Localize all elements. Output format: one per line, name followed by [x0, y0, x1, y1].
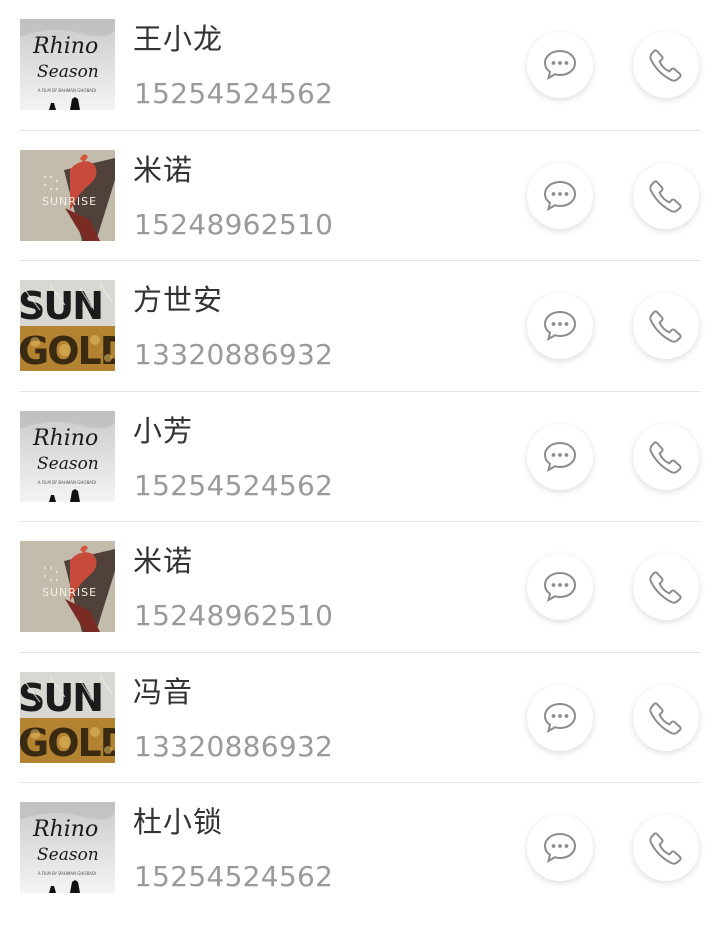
call-button[interactable] [633, 162, 699, 229]
contact-name: 杜小锁 [133, 805, 224, 839]
message-button[interactable] [527, 423, 593, 490]
contact-phone: 15248962510 [134, 599, 334, 632]
contact-row[interactable]: Rhino Season A FILM BY BAHMAN GHOBADI 王小… [20, 0, 700, 131]
poster-caption: A FILM BY BAHMAN GHOBADI [38, 871, 97, 876]
poster-title: Rhino [32, 34, 98, 59]
message-button[interactable] [527, 32, 593, 98]
poster-subtitle: Season [37, 845, 99, 865]
contact-row[interactable]: SUN GOLD 冯音 13320886932 [20, 653, 700, 783]
contact-name: 小芳 [133, 413, 194, 448]
phone-icon [649, 179, 682, 213]
contact-name: 米诺 [133, 152, 194, 187]
chat-bubble-icon [543, 180, 577, 211]
message-button[interactable] [527, 162, 593, 229]
call-button[interactable] [633, 554, 699, 620]
poster-subtitle: Season [37, 62, 99, 82]
call-button[interactable] [633, 293, 699, 359]
poster-title: SUNRISE [42, 195, 97, 208]
contact-name: 米诺 [133, 544, 194, 578]
chat-bubble-icon [543, 310, 577, 342]
contact-phone: 15254524562 [134, 860, 334, 893]
contact-phone: 15248962510 [134, 207, 334, 241]
poster-subtitle: Season [37, 454, 99, 474]
poster-title: SUNRISE [42, 586, 97, 599]
phone-icon [649, 440, 682, 474]
chat-bubble-icon [543, 49, 577, 81]
poster-title: Rhino [32, 426, 98, 451]
contact-avatar: SUN GOLD [20, 671, 115, 763]
contact-phone: 15254524562 [134, 468, 334, 502]
contact-phone: 13320886932 [134, 729, 334, 763]
contact-avatar: SUNRISE [20, 541, 115, 632]
poster-title: SUN [20, 676, 102, 720]
chat-bubble-icon [543, 571, 577, 603]
contact-name: 方世安 [133, 283, 224, 317]
message-button[interactable] [527, 554, 593, 620]
phone-icon [649, 310, 682, 343]
chat-bubble-icon [543, 702, 577, 733]
poster-caption: A FILM BY BAHMAN GHOBADI [38, 88, 97, 93]
chat-bubble-icon [543, 441, 577, 472]
contact-row[interactable]: SUN GOLD 方世安 13320886932 [20, 261, 700, 392]
call-button[interactable] [633, 815, 699, 881]
contact-row[interactable]: SUNRISE 米诺 15248962510 [20, 131, 700, 261]
contact-phone: 13320886932 [134, 338, 334, 371]
phone-icon [649, 571, 682, 604]
poster-title: SUN [20, 284, 102, 328]
call-button[interactable] [633, 32, 699, 98]
contact-row[interactable]: SUNRISE 米诺 15248962510 [20, 522, 700, 653]
contact-avatar: Rhino Season A FILM BY BAHMAN GHOBADI [20, 19, 115, 110]
chat-bubble-icon [543, 832, 577, 864]
contact-name: 冯音 [133, 674, 194, 709]
contact-row[interactable]: Rhino Season A FILM BY BAHMAN GHOBADI 小芳… [20, 392, 700, 522]
message-button[interactable] [527, 293, 593, 359]
poster-caption: A FILM BY BAHMAN GHOBADI [38, 480, 97, 485]
contact-avatar: Rhino Season A FILM BY BAHMAN GHOBADI [20, 410, 115, 502]
message-button[interactable] [527, 684, 593, 751]
contact-list: Rhino Season A FILM BY BAHMAN GHOBADI 王小… [0, 0, 720, 914]
contact-avatar: Rhino Season A FILM BY BAHMAN GHOBADI [20, 802, 115, 893]
poster-title: Rhino [32, 817, 98, 842]
contact-phone: 15254524562 [134, 77, 334, 110]
phone-icon [649, 49, 682, 82]
phone-icon [649, 701, 682, 735]
call-button[interactable] [633, 423, 699, 490]
contact-name: 王小龙 [133, 22, 224, 56]
call-button[interactable] [633, 684, 699, 751]
phone-icon [649, 832, 682, 865]
contact-avatar: SUNRISE [20, 149, 115, 241]
contact-row[interactable]: Rhino Season A FILM BY BAHMAN GHOBADI 杜小… [20, 783, 700, 914]
contact-avatar: SUN GOLD [20, 280, 115, 371]
message-button[interactable] [527, 815, 593, 881]
